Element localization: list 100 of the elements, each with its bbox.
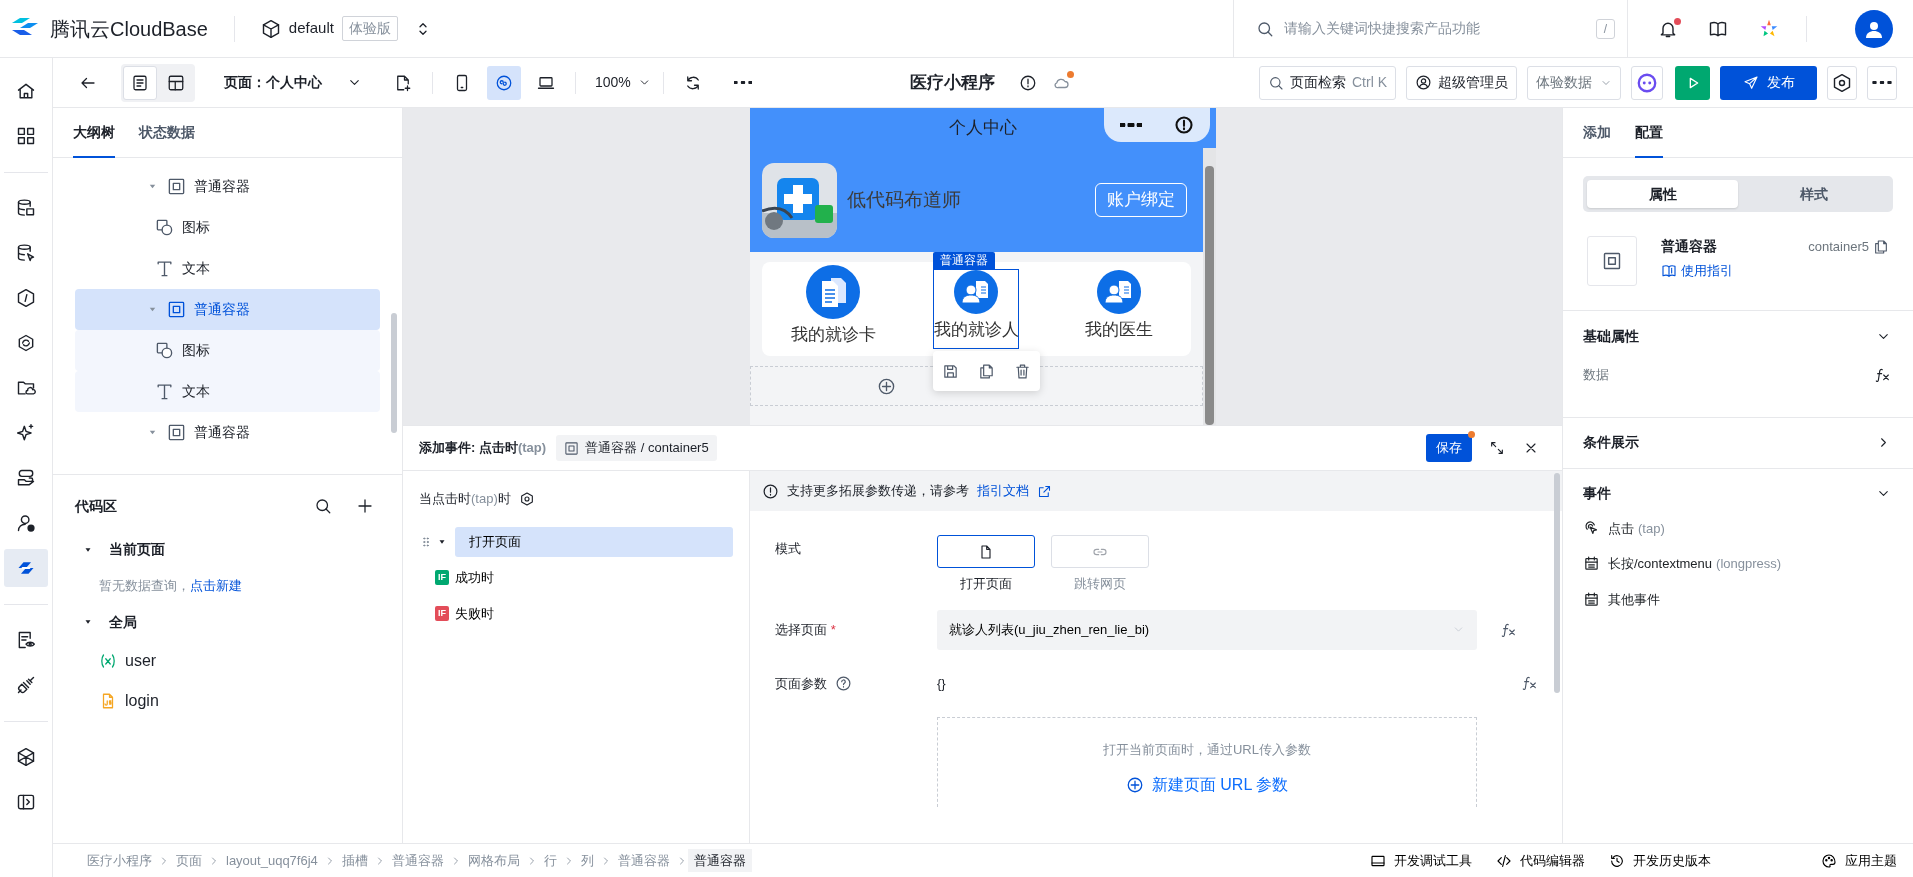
cloud-folder-icon bbox=[16, 378, 36, 398]
segment-tab[interactable]: 属性 bbox=[1587, 180, 1738, 208]
create-link[interactable]: 点击新建 bbox=[190, 578, 242, 593]
group-title[interactable]: 当前页面 bbox=[109, 539, 165, 560]
mode-label: 跳转网页 bbox=[1073, 575, 1127, 593]
shortcut-hint: Ctrl K bbox=[1352, 73, 1387, 92]
tree-item[interactable]: 文本 bbox=[75, 371, 380, 412]
plug-icon bbox=[16, 675, 36, 695]
user-name: 低代码布道师 bbox=[846, 187, 961, 212]
text-icon bbox=[155, 259, 174, 278]
tree-item[interactable]: 文本 bbox=[75, 248, 380, 289]
tool-button[interactable]: 代码编辑器 bbox=[1496, 850, 1585, 871]
new-page-icon bbox=[394, 73, 412, 92]
tool-button[interactable]: 开发调试工具 bbox=[1370, 850, 1472, 871]
section-title[interactable]: 事件 bbox=[1583, 483, 1611, 504]
action-item[interactable]: 成功时 bbox=[455, 562, 733, 593]
shapes-icon bbox=[155, 341, 174, 360]
hexagon-cycle-icon bbox=[16, 333, 36, 353]
panel-tab[interactable]: 配置 bbox=[1635, 108, 1663, 158]
menu-item[interactable]: 我的医生 bbox=[1076, 269, 1162, 349]
settings-button[interactable] bbox=[1827, 65, 1857, 100]
run-button[interactable] bbox=[1675, 65, 1710, 100]
params-hint: 打开当前页面时，通过URL传入参数 bbox=[1103, 741, 1311, 759]
person-document-icon bbox=[953, 268, 999, 315]
guide-link[interactable]: 指引文档 bbox=[977, 481, 1029, 501]
save-button[interactable]: 保存 bbox=[1426, 434, 1472, 462]
button-label: 超级管理员 bbox=[1438, 73, 1508, 92]
save-icon bbox=[942, 362, 960, 380]
cube-icon bbox=[16, 747, 36, 767]
user-avatar[interactable] bbox=[1855, 9, 1893, 48]
function-icon bbox=[1501, 621, 1517, 638]
panel-tab[interactable]: 状态数据 bbox=[139, 108, 195, 158]
breadcrumb-item[interactable]: 普通容器 bbox=[687, 848, 752, 873]
more-button[interactable] bbox=[1867, 65, 1897, 100]
action-item[interactable]: 打开页面 bbox=[455, 526, 733, 557]
group-title[interactable]: 全局 bbox=[109, 611, 137, 633]
page-selector[interactable]: 页面：个人中心 bbox=[217, 65, 329, 100]
segment-tab[interactable]: 样式 bbox=[1738, 180, 1889, 208]
container-icon bbox=[167, 300, 186, 319]
layout-view-icon bbox=[167, 73, 185, 92]
menu-item[interactable]: 我的就诊人 bbox=[933, 269, 1019, 349]
event-item[interactable]: 点击 (tap) bbox=[1583, 518, 1665, 538]
expand-icon bbox=[1489, 440, 1505, 456]
file-icon bbox=[978, 543, 994, 560]
tool-button[interactable]: 应用主题 bbox=[1821, 850, 1897, 871]
assistant-button[interactable] bbox=[1631, 65, 1663, 100]
device-button[interactable] bbox=[487, 65, 521, 100]
sparkle-icon bbox=[16, 423, 36, 443]
field-label: 选择页面 * bbox=[775, 620, 837, 639]
tree-item[interactable]: 图标 bbox=[75, 330, 380, 371]
section-title: 代码区 bbox=[75, 496, 117, 516]
capsule-button[interactable] bbox=[1103, 108, 1210, 142]
tree-item[interactable]: 普通容器 bbox=[75, 289, 380, 330]
code-item[interactable]: user bbox=[125, 648, 157, 673]
mode-label: 打开页面 bbox=[959, 575, 1013, 593]
zoom-selector[interactable]: 100% bbox=[588, 65, 638, 100]
calendar-icon bbox=[1583, 555, 1600, 573]
panel-icon bbox=[16, 792, 36, 812]
data-mode-selector[interactable]: 体验数据 bbox=[1527, 65, 1621, 100]
field-label: 页面参数 bbox=[775, 674, 827, 693]
event-code: (tap) bbox=[471, 490, 498, 508]
container-icon bbox=[167, 423, 186, 442]
panel-tab[interactable]: 添加 bbox=[1583, 108, 1611, 158]
trigger-label: 时 bbox=[497, 490, 511, 508]
database-pointer-icon bbox=[16, 243, 36, 263]
chip-label: 普通容器 / container5 bbox=[585, 439, 709, 458]
breadcrumb-item[interactable]: 页面 bbox=[170, 848, 208, 873]
publish-button[interactable]: 发布 bbox=[1720, 65, 1817, 100]
breadcrumb-item[interactable]: 插槽 bbox=[335, 848, 374, 873]
function-icon bbox=[1875, 366, 1891, 383]
search-field[interactable]: 请输入关键词快捷搜索产品功能 bbox=[1282, 17, 1596, 40]
code-item[interactable]: login bbox=[125, 688, 159, 713]
menu-item[interactable]: 我的就诊卡 bbox=[790, 269, 876, 349]
mode-option[interactable] bbox=[937, 535, 1035, 568]
palette-icon bbox=[1821, 852, 1837, 869]
document-eye-icon bbox=[16, 630, 36, 650]
book-icon bbox=[1661, 262, 1677, 279]
view-toggle[interactable] bbox=[123, 65, 157, 100]
section-title[interactable]: 条件展示 bbox=[1583, 432, 1639, 453]
guide-link[interactable]: 使用指引 bbox=[1661, 261, 1733, 281]
mini-program-icon bbox=[495, 73, 513, 92]
page-search-button[interactable]: 页面检索 Ctrl K bbox=[1259, 65, 1396, 100]
project-name: default bbox=[288, 18, 334, 39]
role-button[interactable]: 超级管理员 bbox=[1406, 65, 1517, 100]
tree-item[interactable]: 普通容器 bbox=[75, 166, 380, 207]
copy-icon bbox=[1873, 238, 1889, 255]
section-title[interactable]: 基础属性 bbox=[1583, 325, 1639, 347]
user-circle-icon bbox=[1415, 74, 1432, 91]
action-item[interactable]: 失败时 bbox=[455, 598, 733, 629]
event-item[interactable]: 长按/contextmenu (longpress) bbox=[1583, 554, 1782, 574]
page-select[interactable]: 就诊人列表(u_jiu_zhen_ren_lie_bi) bbox=[937, 609, 1477, 650]
tree-item[interactable]: 图标 bbox=[75, 207, 380, 248]
event-item[interactable]: 其他事件 bbox=[1583, 589, 1660, 609]
person-document-icon bbox=[1096, 268, 1142, 315]
tool-button[interactable]: 开发历史版本 bbox=[1609, 850, 1711, 871]
tree-item[interactable]: 普通容器 bbox=[75, 412, 380, 453]
variable-icon bbox=[99, 651, 117, 670]
panel-tab[interactable]: 大纲树 bbox=[73, 108, 115, 158]
add-param-button[interactable]: 新建页面 URL 参数 bbox=[1124, 771, 1290, 798]
history-icon bbox=[1609, 852, 1625, 869]
